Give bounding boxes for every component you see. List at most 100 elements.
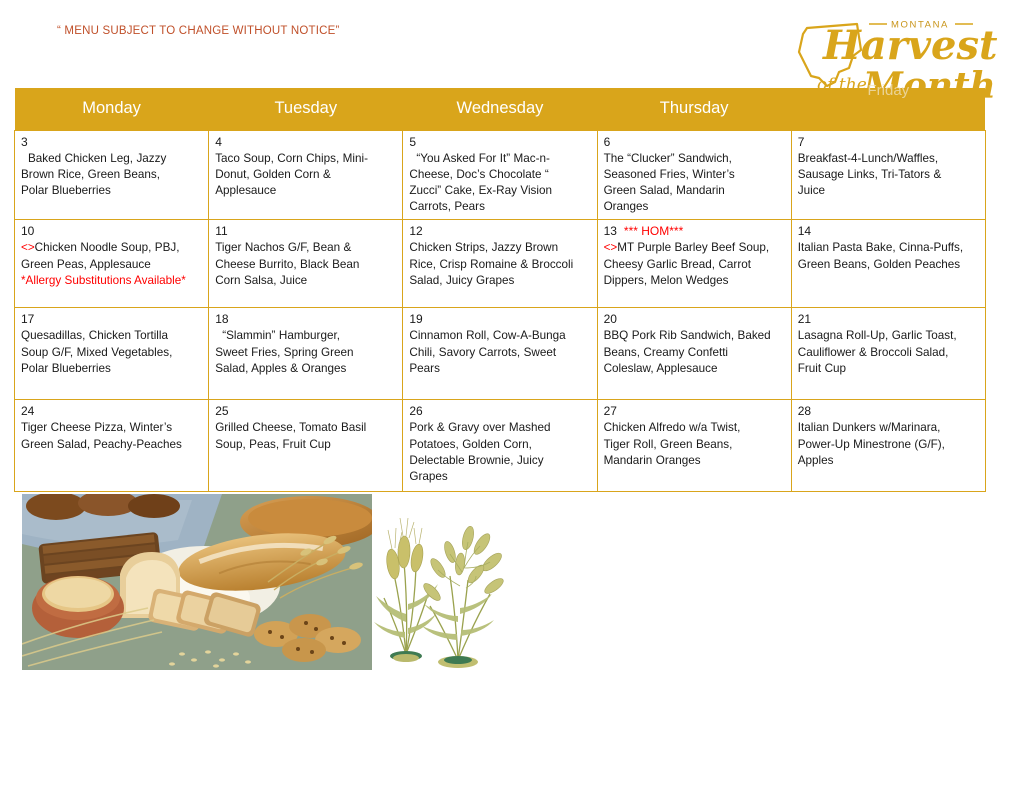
menu-line: Rice, Crisp Romaine & Broccoli <box>409 257 574 271</box>
menu-line: Quesadillas, Chicken Tortilla <box>21 329 168 343</box>
menu-items: “You Asked For It” Mac-n- Cheese, Doc’s C… <box>409 151 591 216</box>
day-number: 18 <box>215 312 229 327</box>
menu-line: Corn Salsa, Juice <box>215 273 308 287</box>
calendar-day-cell[interactable]: 24 Tiger Cheese Pizza, Winter’s Green Sala… <box>13 399 210 493</box>
harvest-of-the-month-flag: *** HOM*** <box>623 224 684 239</box>
calendar-day-cell[interactable]: 7 Breakfast-4-Lunch/Waffles, Sausage Links… <box>790 129 986 221</box>
calendar-day-cell[interactable]: 26 Pork & Gravy over Mashed Potatoes, Gold… <box>402 399 598 493</box>
day-number: 14 <box>797 224 812 239</box>
wheat-and-oat-illustration <box>372 502 507 670</box>
day-number: 25 <box>215 404 229 419</box>
calendar-day-cell[interactable]: 4 Taco Soup, Corn Chips, Mini- Donut, Gold… <box>208 129 404 221</box>
menu-line: Grilled Cheese, Tomato Basil <box>215 421 367 435</box>
calendar-day-cell[interactable]: 13 *** HOM*** <>MT Purple Barley Beef Soup… <box>596 219 792 309</box>
menu-items: Taco Soup, Corn Chips, Mini- Donut, Golde… <box>215 151 397 200</box>
calendar-day-cell[interactable]: 21 Lasagna Roll-Up, Garlic Toast, Cauliflo… <box>790 307 986 401</box>
day-number: 20 <box>603 312 617 327</box>
menu-line: The “Clucker” Sandwich, <box>603 151 732 165</box>
allergen-marker-icon: <> <box>21 241 35 255</box>
menu-line-text: Chicken Noodle Soup, PBJ, <box>34 241 180 255</box>
column-header-wednesday: Wednesday <box>402 88 598 130</box>
menu-items: “Slammin” Hamburger, Sweet Fries, Spring … <box>215 328 397 377</box>
menu-items: Chicken Alfredo w/a Twist, Tiger Roll, Gr… <box>604 420 786 469</box>
menu-line: Donut, Golden Corn & <box>215 167 331 181</box>
column-header-monday: Monday <box>14 88 209 130</box>
menu-line: Tiger Cheese Pizza, Winter’s <box>21 421 173 435</box>
menu-line: Applesauce <box>215 183 277 197</box>
calendar-day-cell[interactable]: 3 Baked Chicken Leg, Jazzy Brown Rice, Gre… <box>13 129 210 221</box>
calendar-day-cell[interactable]: 18 “Slammin” Hamburger, Sweet Fries, Sprin… <box>208 307 404 401</box>
menu-items: Italian Pasta Bake, Cinna-Puffs, Green Be… <box>798 240 980 272</box>
day-number: 5 <box>409 134 417 149</box>
menu-items: Pork & Gravy over Mashed Potatoes, Golden… <box>409 420 591 485</box>
menu-line: “You Asked For It” Mac-n- <box>416 151 550 165</box>
calendar-day-cell[interactable]: 12 Chicken Strips, Jazzy Brown Rice, Crisp… <box>402 219 598 309</box>
calendar-day-cell[interactable]: 10 <>Chicken Noodle Soup, PBJ, Green Peas,… <box>13 219 210 309</box>
menu-line: Apples <box>797 453 834 467</box>
menu-items: Lasagna Roll-Up, Garlic Toast, Cauliflowe… <box>798 328 980 377</box>
calendar-day-cell[interactable]: 17 Quesadillas, Chicken Tortilla Soup G/F,… <box>13 307 210 401</box>
menu-items: Tiger Cheese Pizza, Winter’s Green Salad,… <box>21 420 203 452</box>
calendar-week-row: 10 <>Chicken Noodle Soup, PBJ, Green Peas,… <box>13 219 986 309</box>
menu-line: Cheese Burrito, Black Bean <box>215 257 360 271</box>
day-number: 26 <box>409 404 423 419</box>
menu-line: Cinnamon Roll, Cow-A-Bunga <box>409 329 566 343</box>
calendar-day-cell[interactable]: 19 Cinnamon Roll, Cow-A-Bunga Chili, Savor… <box>402 307 598 401</box>
menu-line: Chicken Strips, Jazzy Brown <box>409 241 559 255</box>
calendar-day-cell[interactable]: 11 Tiger Nachos G/F, Bean & Cheese Burrito… <box>208 219 404 309</box>
calendar-day-cell[interactable]: 14 Italian Pasta Bake, Cinna-Puffs, Green … <box>790 219 986 309</box>
menu-line: BBQ Pork Rib Sandwich, Baked <box>603 329 771 343</box>
menu-line: Taco Soup, Corn Chips, Mini- <box>215 151 368 165</box>
menu-line: Potatoes, Golden Corn, <box>409 437 532 451</box>
menu-items: Italian Dunkers w/Marinara, Power-Up Mine… <box>798 420 980 469</box>
menu-items: Quesadillas, Chicken Tortilla Soup G/F, M… <box>21 328 203 377</box>
svg-text:Harvest: Harvest <box>822 22 998 69</box>
menu-line: Green Salad, Peachy-Peaches <box>21 437 182 451</box>
calendar-day-cell[interactable]: 27 Chicken Alfredo w/a Twist, Tiger Roll, … <box>596 399 792 493</box>
menu-line: Carrots, Pears <box>409 200 485 214</box>
day-number: 6 <box>603 134 611 149</box>
menu-line: Delectable Brownie, Juicy <box>409 453 544 467</box>
menu-line: Cheese, Doc’s Chocolate “ <box>409 167 549 181</box>
menu-items: Breakfast-4-Lunch/Waffles, Sausage Links,… <box>798 151 980 200</box>
calendar-week-row: 17 Quesadillas, Chicken Tortilla Soup G/F,… <box>13 307 986 401</box>
menu-page: “ MENU SUBJECT TO CHANGE WITHOUT NOTICE”… <box>0 0 1020 788</box>
menu-line: Italian Pasta Bake, Cinna-Puffs, <box>797 241 964 255</box>
menu-items: The “Clucker” Sandwich, Seasoned Fries, W… <box>604 151 786 216</box>
allergy-substitution-note: *Allergy Substitutions Available* <box>21 273 186 287</box>
day-number: 13 *** HOM*** <box>603 224 684 239</box>
menu-line: Beans, Creamy Confetti <box>603 345 729 359</box>
menu-line: “Slammin” Hamburger, <box>222 329 340 343</box>
menu-line: Tiger Roll, Green Beans, <box>603 437 733 451</box>
menu-line: Chili, Savory Carrots, Sweet <box>409 345 557 359</box>
day-number: 24 <box>21 404 35 419</box>
menu-items: Baked Chicken Leg, Jazzy Brown Rice, Gree… <box>21 151 203 200</box>
menu-items: Tiger Nachos G/F, Bean & Cheese Burrito, … <box>215 240 397 289</box>
column-header-thursday: Thursday <box>597 88 792 130</box>
menu-items: Cinnamon Roll, Cow-A-Bunga Chili, Savory … <box>409 328 591 377</box>
calendar-day-cell[interactable]: 20 BBQ Pork Rib Sandwich, Baked Beans, Cre… <box>596 307 792 401</box>
menu-items: Chicken Strips, Jazzy Brown Rice, Crisp R… <box>409 240 591 289</box>
menu-line: <>Chicken Noodle Soup, PBJ, <box>21 240 203 256</box>
calendar-day-cell[interactable]: 5 “You Asked For It” Mac-n- Cheese, Doc’s … <box>402 129 598 221</box>
day-number: 17 <box>21 312 35 327</box>
menu-line: Juice <box>797 183 826 197</box>
day-number: 4 <box>215 134 222 149</box>
menu-line: Polar Blueberries <box>21 361 111 375</box>
menu-change-notice: “ MENU SUBJECT TO CHANGE WITHOUT NOTICE” <box>57 25 340 37</box>
menu-line: Soup, Peas, Fruit Cup <box>215 437 331 451</box>
menu-line: Green Peas, Applesauce <box>21 257 151 271</box>
menu-line: Baked Chicken Leg, Jazzy <box>28 151 167 165</box>
menu-line-text: MT Purple Barley Beef Soup, <box>617 241 770 255</box>
menu-line: Brown Rice, Green Beans, <box>21 167 160 181</box>
calendar-week-row: 24 Tiger Cheese Pizza, Winter’s Green Sala… <box>13 399 986 493</box>
menu-line: Sausage Links, Tri-Tators & <box>797 167 942 181</box>
bread-and-grains-photo <box>22 494 372 670</box>
calendar-week-row: 3 Baked Chicken Leg, Jazzy Brown Rice, Gre… <box>13 129 986 221</box>
day-number: 7 <box>797 134 805 149</box>
calendar-table: Monday Tuesday Wednesday Thursday Friday… <box>13 82 986 493</box>
calendar-day-cell[interactable]: 6 The “Clucker” Sandwich, Seasoned Fries, … <box>596 129 792 221</box>
calendar-day-cell[interactable]: 28 Italian Dunkers w/Marinara, Power-Up Mi… <box>790 399 986 493</box>
menu-line: Soup G/F, Mixed Vegetables, <box>21 345 173 359</box>
calendar-day-cell[interactable]: 25 Grilled Cheese, Tomato Basil Soup, Peas… <box>208 399 404 493</box>
